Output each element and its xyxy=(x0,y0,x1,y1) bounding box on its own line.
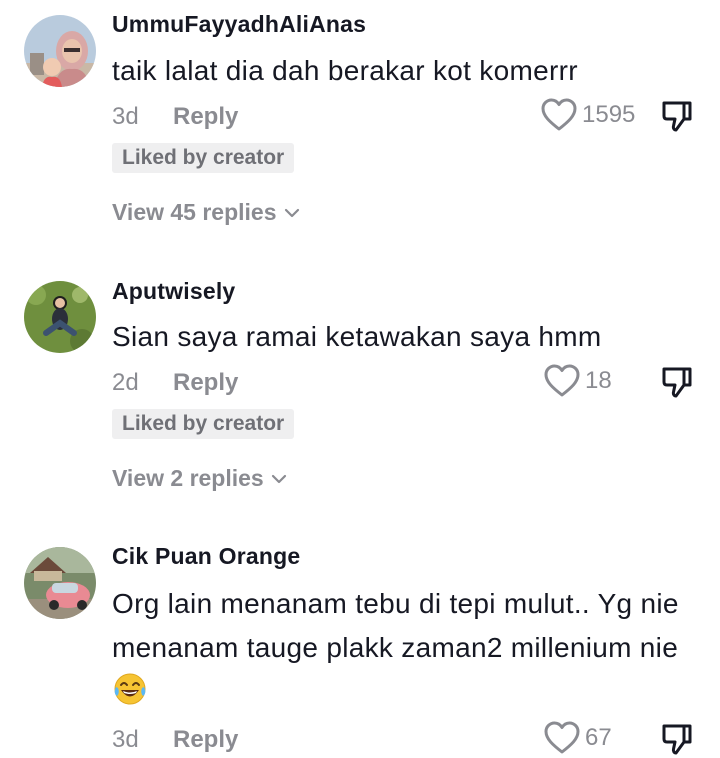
liked-by-creator-badge: Liked by creator xyxy=(112,409,295,439)
username[interactable]: Cik Puan Orange xyxy=(112,543,300,570)
dislike-button[interactable] xyxy=(660,722,694,756)
username[interactable]: UmmuFayyadhAliAnas xyxy=(112,11,366,38)
comment-age: 3d xyxy=(112,726,139,753)
view-replies-label: View 2 replies xyxy=(112,465,264,491)
avatar-image xyxy=(24,547,96,619)
comment-text: Sian saya ramai ketawakan saya hmm xyxy=(112,321,602,352)
heart-icon xyxy=(541,98,577,131)
like-count: 1595 xyxy=(582,101,636,128)
like-button[interactable]: 18 xyxy=(543,364,612,398)
comment-text: Org lain menanam tebu di tepi mulut.. Yg… xyxy=(112,582,692,714)
chevron-down-icon xyxy=(284,208,299,217)
chevron-down-icon xyxy=(271,474,286,483)
liked-by-creator-badge: Liked by creator xyxy=(112,143,295,173)
comment-text-content: Org lain menanam tebu di tepi mulut.. Yg… xyxy=(112,588,679,663)
reply-button[interactable]: Reply xyxy=(173,103,238,131)
thumbs-down-icon xyxy=(662,101,692,132)
comment-text: taik lalat dia dah berakar kot komerrr xyxy=(112,55,578,86)
like-count: 18 xyxy=(585,367,612,394)
comment-age: 3d xyxy=(112,103,139,130)
avatar[interactable] xyxy=(24,547,96,619)
dislike-button[interactable] xyxy=(660,365,694,399)
like-button[interactable]: 1595 xyxy=(540,98,635,132)
view-replies-button[interactable]: View 45 replies xyxy=(112,199,301,226)
like-button[interactable]: 67 xyxy=(543,721,612,755)
avatar[interactable] xyxy=(24,15,96,87)
avatar[interactable] xyxy=(24,281,96,353)
thumbs-down-icon xyxy=(662,724,692,755)
view-replies-label: View 45 replies xyxy=(112,199,277,225)
view-replies-button[interactable]: View 2 replies xyxy=(112,465,288,492)
heart-icon xyxy=(544,364,580,397)
avatar-image xyxy=(24,281,96,353)
laughing-tears-emoji-icon xyxy=(114,673,146,705)
thumbs-down-icon xyxy=(662,367,692,398)
comment-age: 2d xyxy=(112,369,139,396)
reply-button[interactable]: Reply xyxy=(173,726,238,754)
dislike-button[interactable] xyxy=(660,99,694,133)
avatar-image xyxy=(24,15,96,87)
like-count: 67 xyxy=(585,724,612,751)
heart-icon xyxy=(544,721,580,754)
username[interactable]: Aputwisely xyxy=(112,278,235,305)
reply-button[interactable]: Reply xyxy=(173,369,238,397)
